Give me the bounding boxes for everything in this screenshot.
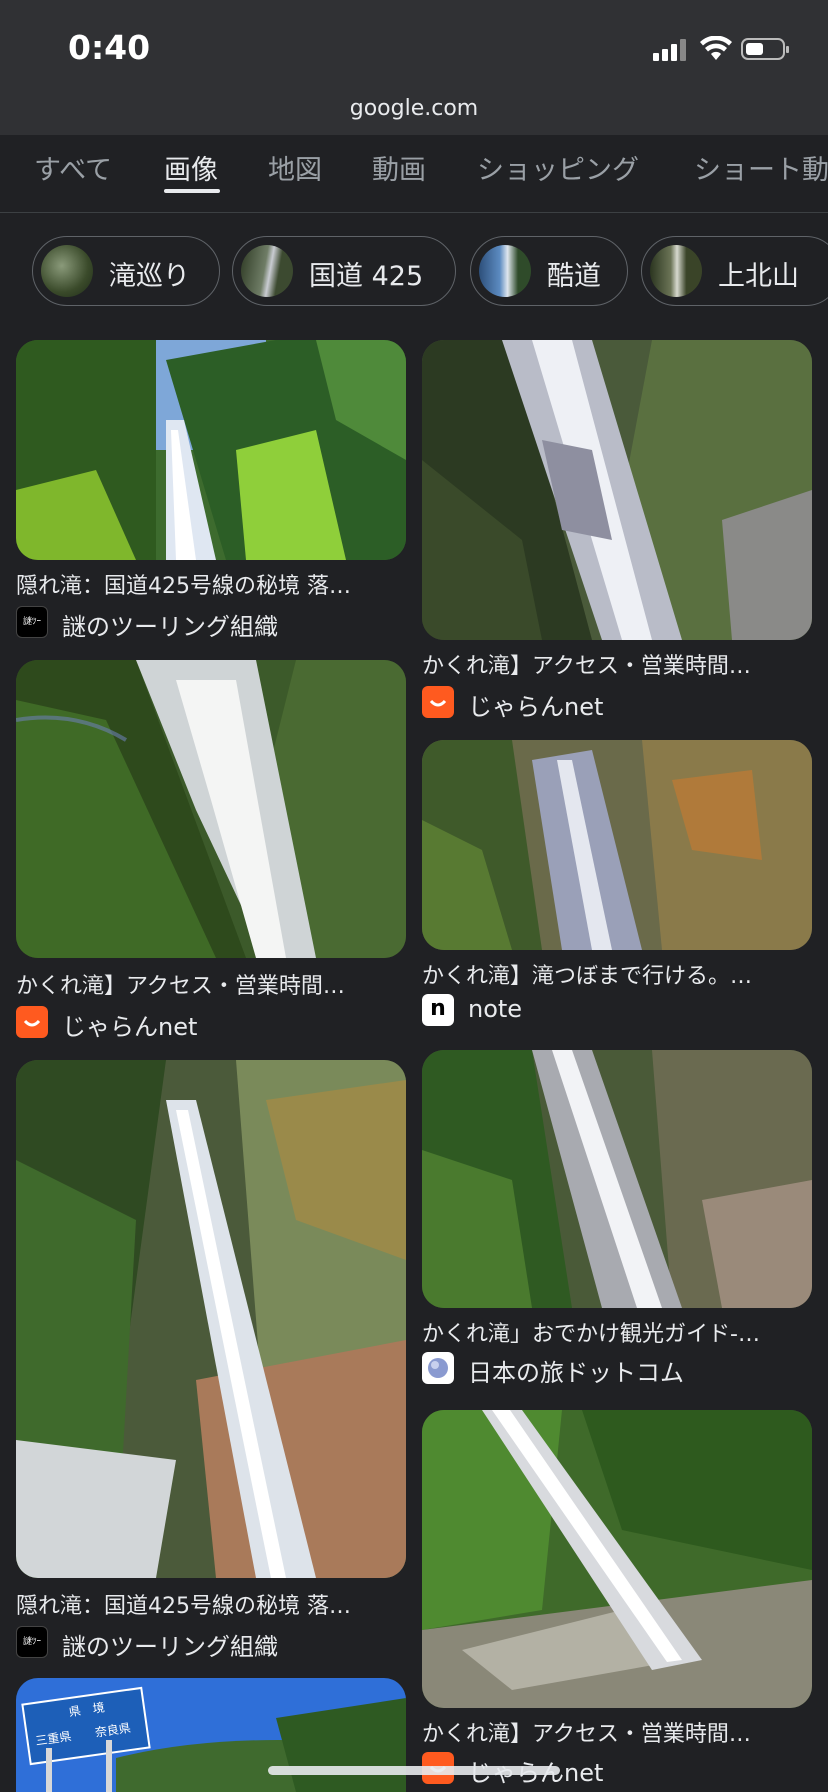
source-name: 謎のツーリング組織 [62,1633,278,1661]
result-caption[interactable]: 隠れ滝：国道425号線の秘境 落… [16,568,406,600]
status-time: 0:40 [68,28,151,67]
result-source[interactable]: じゃらんnet [16,1006,406,1041]
source-name: じゃらんnet [62,1013,198,1041]
jalan-favicon-icon [422,686,454,718]
result-image[interactable] [16,1060,406,1578]
chip-route-425[interactable]: 国道 425 [232,236,456,306]
result-image[interactable] [16,340,406,560]
search-tabs: すべて 画像 地図 動画 ショッピング ショート動画 [0,136,828,213]
wifi-icon [700,36,732,60]
chip-label: 上北山 [718,261,799,292]
chip-kamikitayama[interactable]: 上北山 [641,236,828,306]
chip-label: 国道 425 [309,261,424,292]
tab-images[interactable]: 画像 [164,148,218,187]
touring-favicon-icon: 謎ﾂｰ [16,606,48,638]
jalan-favicon-icon [16,1006,48,1038]
result-source[interactable]: 謎ﾂｰ 謎のツーリング組織 [16,606,406,641]
result-image[interactable] [422,740,812,950]
chip-takimeguri[interactable]: 滝巡り [32,236,220,306]
result-caption[interactable]: かくれ滝】アクセス・営業時間… [422,648,812,680]
home-indicator[interactable] [268,1766,560,1775]
suggestion-chips: 滝巡り 国道 425 酷道 上北山 [0,234,828,310]
tab-all[interactable]: すべて [34,148,112,187]
result-source[interactable]: n note [422,994,812,1026]
result-source[interactable]: 謎ﾂｰ 謎のツーリング組織 [16,1626,406,1661]
touring-favicon-icon: 謎ﾂｰ [16,1626,48,1658]
cellular-signal-icon [653,39,689,61]
chip-thumbnail [479,245,531,297]
battery-icon [741,38,789,60]
chip-thumbnail [650,245,702,297]
result-caption[interactable]: かくれ滝】アクセス・営業時間… [422,1716,812,1748]
source-name: note [468,995,523,1023]
result-image[interactable] [422,1050,812,1308]
chip-label: 滝巡り [109,261,190,292]
source-name: じゃらんnet [468,693,604,721]
source-name: 謎のツーリング組織 [62,613,278,641]
status-bar: 0:40 google.com [0,0,828,135]
chip-label: 酷道 [547,261,601,292]
result-caption[interactable]: かくれ滝】滝つぼまで行ける。… [422,958,812,990]
note-favicon-icon: n [422,994,454,1026]
result-caption[interactable]: かくれ滝」おでかけ観光ガイド-… [422,1316,812,1348]
result-image[interactable] [422,1410,812,1708]
tab-videos[interactable]: 動画 [372,148,426,187]
chip-thumbnail [241,245,293,297]
tab-maps[interactable]: 地図 [268,148,322,187]
globe-favicon-icon [422,1352,454,1384]
result-image[interactable] [16,660,406,958]
result-caption[interactable]: 隠れ滝：国道425号線の秘境 落… [16,1588,406,1620]
source-name: 日本の旅ドットコム [468,1359,684,1387]
chip-kokudo[interactable]: 酷道 [470,236,628,306]
active-tab-indicator [164,189,220,193]
result-image[interactable] [422,340,812,640]
tab-short-videos[interactable]: ショート動画 [694,148,828,187]
tab-shopping[interactable]: ショッピング [477,148,639,187]
chip-thumbnail [41,245,93,297]
result-source[interactable]: 日本の旅ドットコム [422,1352,812,1387]
result-source[interactable]: じゃらんnet [422,686,812,721]
address-bar[interactable]: google.com [0,96,828,121]
result-caption[interactable]: かくれ滝】アクセス・営業時間… [16,968,406,1000]
